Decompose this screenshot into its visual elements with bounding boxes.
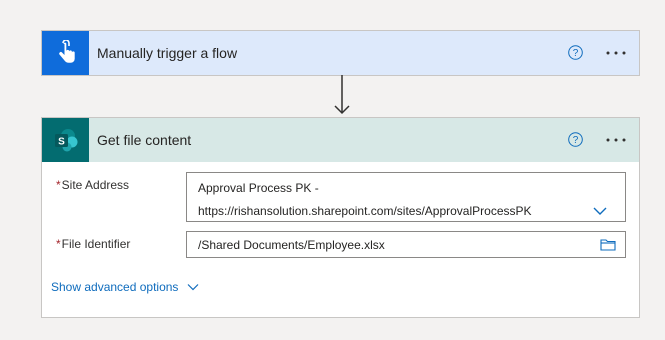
action-card-header[interactable]: S Get file content ? <box>42 118 639 162</box>
trigger-card[interactable]: Manually trigger a flow ? <box>41 30 640 76</box>
trigger-title: Manually trigger a flow <box>97 45 238 61</box>
show-advanced-options-label: Show advanced options <box>51 280 179 294</box>
action-title: Get file content <box>97 132 192 148</box>
svg-text:S: S <box>58 137 65 148</box>
more-options-icon[interactable] <box>605 130 627 150</box>
touch-hand-icon <box>42 31 89 75</box>
site-address-field[interactable]: Approval Process PK - https://rishansolu… <box>186 172 626 222</box>
required-marker: * <box>56 237 61 251</box>
svg-text:?: ? <box>573 48 579 59</box>
connector-arrow-icon <box>333 75 351 117</box>
required-marker: * <box>56 178 61 192</box>
site-address-label-text: Site Address <box>61 178 130 192</box>
site-address-value-name: Approval Process PK - <box>198 181 319 195</box>
help-icon[interactable]: ? <box>568 132 583 147</box>
file-identifier-label: *File Identifier <box>56 237 130 251</box>
file-identifier-field[interactable]: /Shared Documents/Employee.xlsx <box>186 231 626 258</box>
more-options-icon[interactable] <box>605 43 627 63</box>
file-identifier-label-text: File Identifier <box>61 237 131 251</box>
file-identifier-value: /Shared Documents/Employee.xlsx <box>198 238 385 252</box>
site-address-value-url: https://rishansolution.sharepoint.com/si… <box>198 204 532 218</box>
show-advanced-options-link[interactable]: Show advanced options <box>51 280 199 294</box>
action-card-body: *Site Address Approval Process PK - http… <box>42 162 639 317</box>
chevron-down-icon[interactable] <box>593 205 607 215</box>
trigger-card-header[interactable]: Manually trigger a flow ? <box>42 31 639 75</box>
svg-text:?: ? <box>573 135 579 146</box>
folder-icon[interactable] <box>600 238 616 251</box>
chevron-down-icon <box>188 284 199 291</box>
sharepoint-icon: S <box>42 118 89 162</box>
site-address-label: *Site Address <box>56 178 129 192</box>
help-icon[interactable]: ? <box>568 45 583 60</box>
action-card[interactable]: S Get file content ? *Site Address Appro… <box>41 117 640 318</box>
